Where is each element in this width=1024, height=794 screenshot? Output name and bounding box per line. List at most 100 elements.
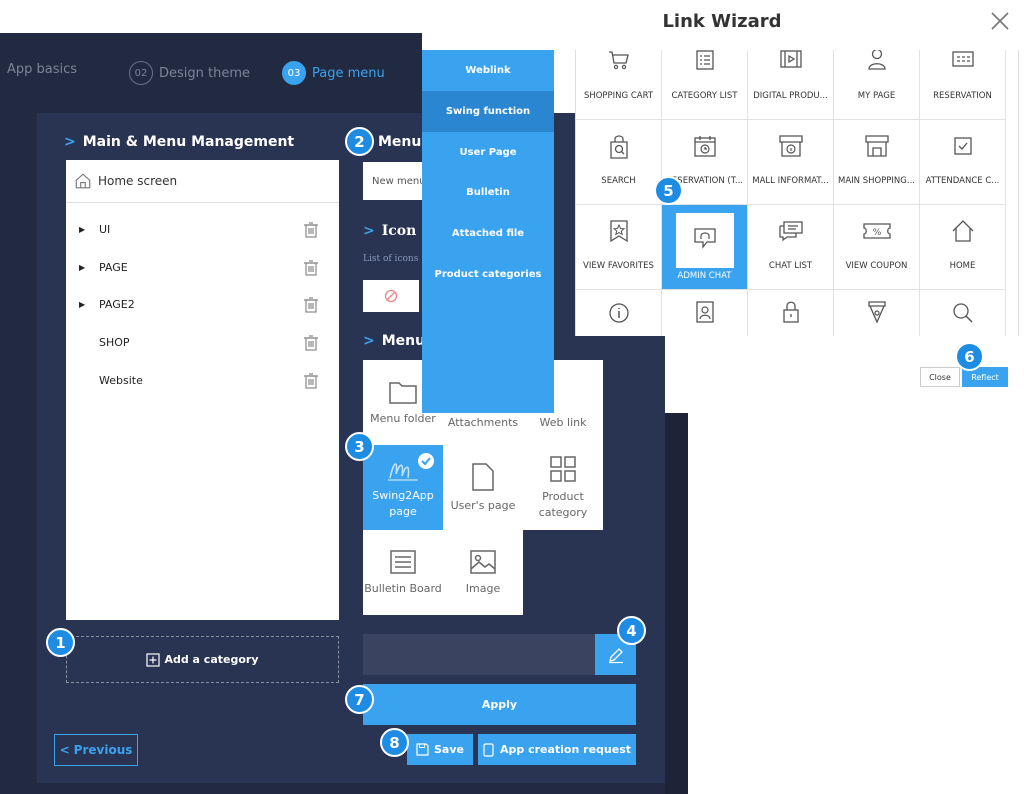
link-type-dropdown: Weblink Swing function User Page Bulleti… [422,50,554,413]
step-number: 02 [129,61,153,85]
wizard-item-lock[interactable] [748,290,834,336]
dropdown-item-swing-function[interactable]: Swing function [422,91,554,132]
callout-badge-8: 8 [380,728,409,757]
wizard-item-pen[interactable] [834,290,920,336]
profile-card-icon [662,300,747,324]
floppy-disk-icon [416,743,429,756]
wizard-item-digital-product[interactable]: DIGITAL PRODU... [748,50,834,120]
digital-product-icon [748,50,833,69]
trash-icon[interactable] [303,296,319,313]
phone-icon [483,742,494,757]
checkmark-icon [417,452,435,470]
dropdown-item-weblink[interactable]: Weblink [422,50,554,91]
request-label: App creation request [499,743,632,756]
wizard-item-search[interactable] [920,290,1006,336]
category-label: Website [99,373,143,387]
menu-name-input[interactable]: New menu [363,162,423,200]
admin-chat-icon [662,227,747,249]
plus-box-icon [146,652,161,667]
type-bulletin-board[interactable]: Bulletin Board [363,530,443,615]
app-creation-request-button[interactable]: App creation request [478,734,636,765]
wizard-item-search[interactable]: SEARCH [576,120,662,205]
dropdown-item-user-page[interactable]: User Page [422,132,554,173]
previous-button[interactable]: < Previous [54,734,138,766]
save-button[interactable]: Save [407,734,473,765]
dropdown-item-product-categories[interactable]: Product categories [422,254,554,295]
previous-label: Previous [73,743,133,757]
shopping-cart-icon [576,50,661,70]
wizard-item-shopping-cart[interactable]: SHOPPING CART [576,50,662,120]
svg-text:%: % [872,228,881,238]
chevron-left-icon: < [59,743,70,757]
chevron-right-icon: > [64,134,76,150]
wizard-item-category-list[interactable]: CATEGORY LIST [662,50,748,120]
user-page-icon [470,462,496,492]
dropdown-item-bulletin[interactable]: Bulletin [422,172,554,213]
trash-icon[interactable] [303,372,319,389]
wizard-item-my-page[interactable]: MY PAGE [834,50,920,120]
search-bag-icon [576,134,661,160]
trash-icon[interactable] [303,259,319,276]
category-row-shop[interactable]: SHOP [66,323,339,361]
no-entry-icon [384,289,398,303]
menu-name-heading: Menu [378,134,422,150]
step-number: 03 [282,61,306,85]
management-heading: > Main & Menu Management [64,134,295,150]
wizard-item-attendance-check[interactable]: ATTENDANCE C... [920,120,1006,205]
trash-icon[interactable] [303,334,319,351]
callout-badge-6: 6 [955,342,984,371]
callout-badge-1: 1 [46,628,75,657]
add-category-label: Add a category [164,653,259,666]
link-target-input[interactable] [363,634,595,675]
chevron-right-icon: > [363,333,375,349]
wizard-item-chat-list[interactable]: CHAT LIST [748,205,834,290]
step-page-menu[interactable]: 03 Page menu [282,61,385,85]
category-list-icon [662,50,747,71]
step-app-basics[interactable]: App basics [7,62,77,77]
wizard-item-view-favorites[interactable]: VIEW FAVORITES [576,205,662,290]
category-row-page2[interactable]: ▶ PAGE2 [66,285,339,323]
trash-icon[interactable] [303,221,319,238]
category-row-ui[interactable]: ▶ UI [66,210,339,248]
category-row-website[interactable]: Website [66,361,339,399]
folder-icon [388,379,418,405]
add-category-button[interactable]: Add a category [66,636,339,683]
close-icon[interactable] [989,10,1011,32]
apply-button[interactable]: Apply [363,684,636,725]
callout-badge-4: 4 [617,616,646,645]
callout-badge-5: 5 [654,176,683,205]
callout-badge-2: 2 [345,127,374,156]
pen-nib-icon [834,300,919,326]
home-screen-row[interactable]: Home screen [66,160,339,203]
wizard-item-mall-information[interactable]: MALL INFORMAT... [748,120,834,205]
type-swing2app-page[interactable]: Swing2App page [363,445,443,530]
save-label: Save [434,743,464,756]
category-label: SHOP [99,335,130,349]
wizard-item-profile[interactable] [662,290,748,336]
category-list: Home screen ▶ UI ▶ PAGE ▶ PAGE2 SHOP Web… [66,160,339,620]
expand-arrow-icon[interactable]: ▶ [79,263,85,272]
lock-icon [748,300,833,324]
wizard-item-admin-chat[interactable]: ADMIN CHAT [662,205,748,290]
wizard-item-main-shopping[interactable]: MAIN SHOPPING... [834,120,920,205]
expand-arrow-icon[interactable]: ▶ [79,225,85,234]
icons-hint: List of icons [363,254,419,264]
no-icon-option[interactable] [363,280,419,312]
info-icon [576,302,661,324]
chevron-right-icon: > [363,223,375,239]
category-row-page[interactable]: ▶ PAGE [66,248,339,286]
expand-arrow-icon[interactable]: ▶ [79,300,85,309]
my-page-icon [834,50,919,71]
link-wizard-title: Link Wizard [662,11,782,32]
type-image[interactable]: Image [443,530,523,615]
wizard-item-reservation[interactable]: RESERVATION [920,50,1006,120]
wizard-close-button[interactable]: Close [920,367,960,387]
wizard-item-view-coupon[interactable]: % VIEW COUPON [834,205,920,290]
type-product-category[interactable]: Product category [523,445,603,530]
wizard-item-info[interactable] [576,290,662,336]
type-users-page[interactable]: User's page [443,445,523,530]
dropdown-item-attached-file[interactable]: Attached file [422,213,554,254]
step-design-theme[interactable]: 02 Design theme [129,61,250,85]
wizard-item-home[interactable]: HOME [920,205,1006,290]
step-label: Page menu [312,65,385,81]
